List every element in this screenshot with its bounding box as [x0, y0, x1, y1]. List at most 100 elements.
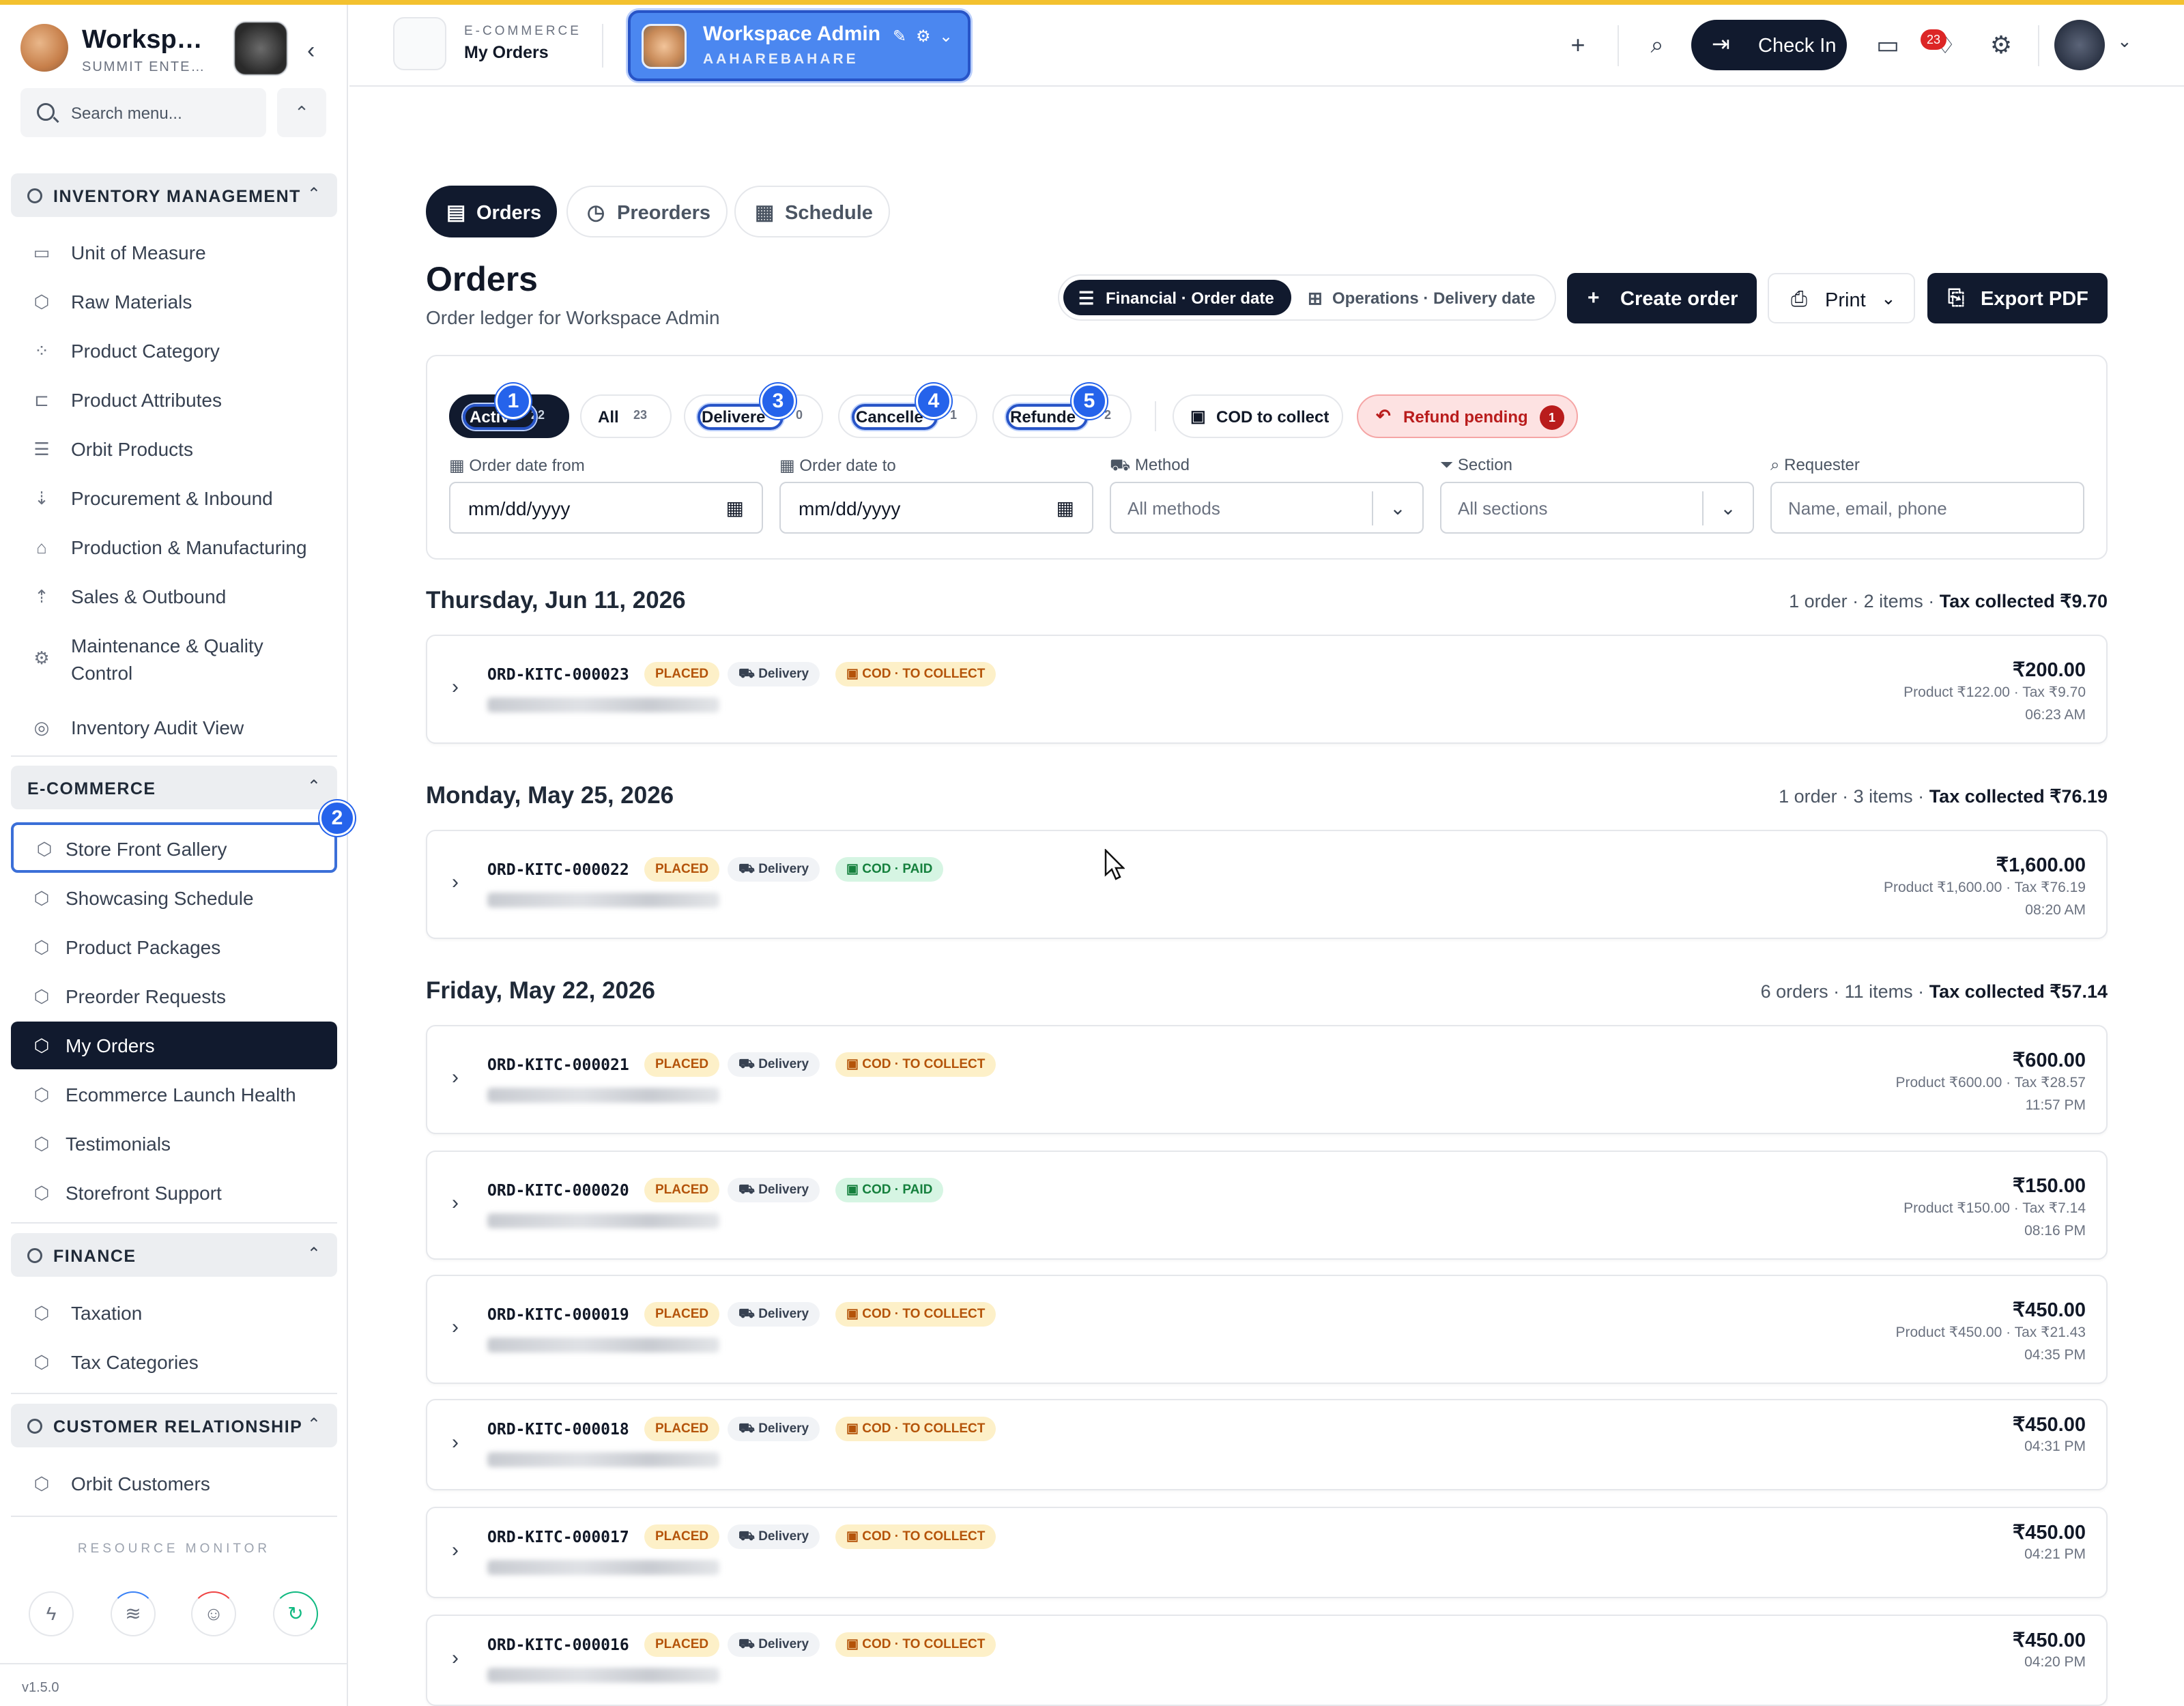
collapse-sidebar-icon[interactable]: ‹ — [307, 38, 315, 64]
cod-badge: ▣ COD · TO COLLECT — [835, 662, 996, 686]
add-icon[interactable]: + — [1555, 23, 1601, 69]
expand-chevron-icon[interactable]: › — [452, 1316, 459, 1339]
calendar-icon[interactable]: ▦ — [726, 497, 744, 519]
sidebar-item-product-category[interactable]: ⁘ Product Category — [11, 328, 337, 372]
sidebar-item-testimonials[interactable]: ⬡ Testimonials — [11, 1121, 337, 1165]
calendar-icon[interactable]: ▦ — [1057, 497, 1074, 519]
day-summary-tax: Tax collected ₹76.19 — [1929, 786, 2108, 807]
sidebar-item-unit-of-measure[interactable]: ▭ Unit of Measure — [11, 230, 337, 274]
sidebar-item-tax-categories[interactable]: ⬡ Tax Categories — [11, 1340, 337, 1383]
section-label: E-COMMERCE — [27, 779, 156, 798]
sidebar-item-product-attributes[interactable]: ⊏ Product Attributes — [11, 377, 337, 421]
sidebar-item-store-front-gallery[interactable]: ⬡ Store Front Gallery — [11, 822, 337, 873]
divider — [11, 1222, 337, 1224]
export-pdf-button[interactable]: ⎘ Export PDF — [1927, 273, 2108, 323]
monitor-icon[interactable]: ▭ — [1865, 23, 1911, 69]
ruler-icon: ▭ — [33, 242, 51, 263]
section-inventory-management[interactable]: INVENTORY MANAGEMENT ⌃ — [11, 173, 337, 217]
sidebar-item-ecommerce-launch-health[interactable]: ⬡ Ecommerce Launch Health — [11, 1072, 337, 1116]
order-row[interactable]: › ORD-KITC-000023 PLACED ⛟ Delivery ▣ COD · … — [426, 635, 2108, 744]
sidebar-item-preorder-requests[interactable]: ⬡ Preorder Requests — [11, 974, 337, 1017]
tab-preorders[interactable]: ◷ Preorders — [566, 186, 728, 237]
section-select[interactable]: All sections ⌄ — [1440, 482, 1754, 534]
sidebar-item-my-orders[interactable]: ⬡ My Orders — [11, 1022, 337, 1069]
expand-chevron-icon[interactable]: › — [452, 1539, 459, 1562]
section-finance[interactable]: FINANCE ⌃ — [11, 1233, 337, 1277]
expand-chevron-icon[interactable]: › — [452, 1066, 459, 1089]
sidebar-item-label: Tax Categories — [71, 1352, 199, 1373]
expand-chevron-icon[interactable]: › — [452, 1647, 459, 1670]
order-row[interactable]: › ORD-KITC-000020 PLACED ⛟ Delivery ▣ COD · … — [426, 1151, 2108, 1260]
sidebar-item-procurement[interactable]: ⇣ Procurement & Inbound — [11, 476, 337, 519]
date-to-input[interactable]: mm/dd/yyyy ▦ — [779, 482, 1093, 534]
order-row[interactable]: › ORD-KITC-000022 PLACED ⛟ Delivery ▣ COD · … — [426, 830, 2108, 939]
chip-all[interactable]: All 23 — [580, 394, 672, 438]
edit-icon[interactable]: ✎ — [893, 27, 906, 46]
toggle-financial[interactable]: ☰ Financial · Order date — [1063, 280, 1291, 315]
divider — [1618, 25, 1619, 66]
chip-cod-to-collect[interactable]: ▣ COD to collect — [1173, 394, 1343, 438]
gear-icon[interactable]: ⚙ — [916, 27, 931, 46]
tab-orders[interactable]: ▤ Orders — [426, 186, 557, 237]
brand[interactable]: Worksp… SUMMIT ENTE… ‹ — [20, 18, 348, 80]
collapse-all-icon[interactable]: ⌃ — [277, 88, 326, 137]
order-row[interactable]: › ORD-KITC-000016 PLACED ⛟ Delivery ▣ COD · … — [426, 1615, 2108, 1706]
search-placeholder: Search menu... — [71, 104, 182, 123]
order-row[interactable]: › ORD-KITC-000017 PLACED ⛟ Delivery ▣ COD · … — [426, 1507, 2108, 1598]
search-icon[interactable]: ⌕ — [1634, 23, 1680, 69]
sidebar-item-production[interactable]: ⌂ Production & Manufacturing — [11, 525, 337, 568]
order-row[interactable]: › ORD-KITC-000018 PLACED ⛟ Delivery ▣ COD · … — [426, 1399, 2108, 1490]
settings-icon[interactable]: ⚙ — [1978, 23, 2024, 69]
requester-label: ⌕ Requester — [1770, 456, 1860, 474]
chip-refund-pending[interactable]: ↶ Refund pending 1 — [1357, 394, 1578, 438]
expand-chevron-icon[interactable]: › — [452, 1431, 459, 1454]
sidebar-item-taxation[interactable]: ⬡ Taxation — [11, 1290, 337, 1334]
workspace-switcher[interactable]: Workspace Admin AAHAREBAHARE ✎ ⚙ ⌄ — [628, 10, 971, 81]
sidebar-item-raw-materials[interactable]: ⬡ Raw Materials — [11, 279, 337, 323]
expand-chevron-icon[interactable]: › — [452, 676, 459, 699]
sidebar-item-storefront-support[interactable]: ⬡ Storefront Support — [11, 1170, 337, 1214]
section-customer-relationship[interactable]: CUSTOMER RELATIONSHIP ⌃ — [11, 1404, 337, 1447]
chevron-down-icon[interactable]: ⌄ — [939, 27, 953, 46]
tab-schedule[interactable]: ▦ Schedule — [734, 186, 890, 237]
printer-icon: ⎙ — [1791, 288, 1807, 310]
create-order-button[interactable]: + Create order — [1567, 273, 1757, 323]
chevron-up-icon: ⌃ — [306, 1415, 321, 1434]
sidebar-item-inventory-audit[interactable]: ◎ Inventory Audit View — [11, 705, 337, 749]
requester-input[interactable]: Name, email, phone — [1770, 482, 2084, 534]
wallet-icon: ▣ — [846, 862, 859, 876]
filters-panel: Activ 22 1 All 23 Delivere 0 3 Cancelle 1 4 … — [426, 355, 2108, 560]
sidebar-item-orbit-customers[interactable]: ⬡ Orbit Customers — [11, 1461, 337, 1505]
section-value: All sections — [1458, 498, 1548, 519]
order-row[interactable]: › ORD-KITC-000019 PLACED ⛟ Delivery ▣ COD · … — [426, 1275, 2108, 1384]
box-icon: ⬡ — [33, 1303, 50, 1323]
sidebar-item-showcasing-schedule[interactable]: ⬡ Showcasing Schedule — [11, 876, 337, 919]
date-from-value: mm/dd/yyyy — [468, 498, 571, 519]
sidebar-item-product-packages[interactable]: ⬡ Product Packages — [11, 925, 337, 968]
user-avatar[interactable] — [2054, 20, 2105, 70]
sidebar-search-input[interactable]: Search menu... — [20, 88, 266, 137]
org-avatar[interactable] — [233, 21, 288, 76]
toggle-operations[interactable]: ⊞ Operations · Delivery date — [1294, 280, 1553, 315]
lightning-icon[interactable]: ϟ — [29, 1591, 74, 1636]
users-icon[interactable]: ☺ — [191, 1591, 236, 1636]
sidebar-item-sales-outbound[interactable]: ⇡ Sales & Outbound — [11, 574, 337, 618]
expand-chevron-icon[interactable]: › — [452, 871, 459, 894]
refresh-icon[interactable]: ↻ — [273, 1591, 318, 1636]
sidebar-item-maintenance-quality[interactable]: ⚙ Maintenance & Quality Control — [11, 623, 337, 694]
chevron-down-icon[interactable]: ⌄ — [2117, 31, 2132, 52]
database-icon[interactable]: ≋ — [111, 1591, 156, 1636]
order-amount: ₹450.00 — [2012, 1414, 2086, 1436]
date-from-input[interactable]: mm/dd/yyyy ▦ — [449, 482, 763, 534]
expand-chevron-icon[interactable]: › — [452, 1191, 459, 1215]
wallet-icon: ▣ — [846, 1529, 859, 1544]
order-row[interactable]: › ORD-KITC-000021 PLACED ⛟ Delivery ▣ COD · … — [426, 1025, 2108, 1134]
section-label: ⏷ Section — [1440, 456, 1512, 474]
sidebar-item-orbit-products[interactable]: ☰ Orbit Products — [11, 426, 337, 470]
check-in-button[interactable]: ⇥ Check In — [1691, 20, 1847, 70]
method-label-text: Method — [1134, 456, 1190, 474]
workflow-icon: ⊏ — [34, 390, 49, 410]
method-select[interactable]: All methods ⌄ — [1110, 482, 1424, 534]
print-button[interactable]: ⎙ Print ⌄ — [1768, 273, 1915, 323]
section-ecommerce[interactable]: E-COMMERCE ⌃ — [11, 766, 337, 809]
